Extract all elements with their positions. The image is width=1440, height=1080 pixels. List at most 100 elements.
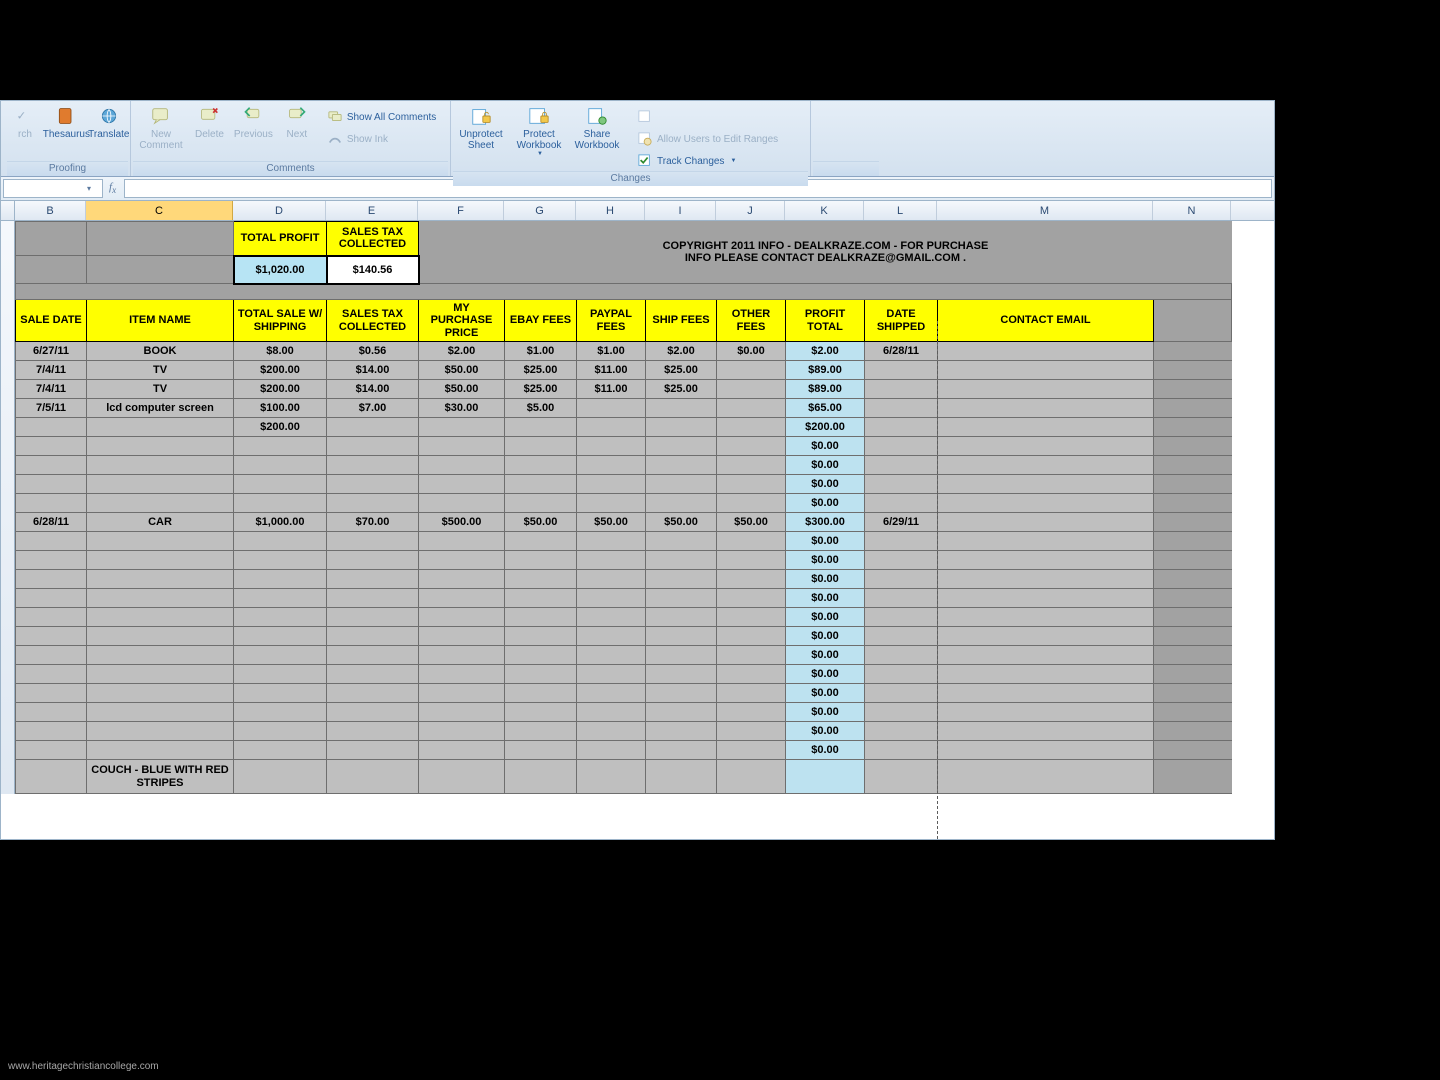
cell[interactable] bbox=[1154, 684, 1232, 703]
column-header-K[interactable]: K bbox=[785, 201, 864, 220]
cell[interactable] bbox=[87, 456, 234, 475]
cell[interactable] bbox=[577, 608, 646, 627]
cell[interactable] bbox=[234, 684, 327, 703]
cell[interactable] bbox=[419, 456, 505, 475]
cell[interactable]: $200.00 bbox=[786, 418, 865, 437]
cell[interactable]: 7/5/11 bbox=[16, 399, 87, 418]
column-header-N[interactable]: N bbox=[1153, 201, 1231, 220]
cell[interactable] bbox=[16, 475, 87, 494]
translate-button[interactable]: Translate bbox=[90, 103, 128, 140]
select-all-corner[interactable] bbox=[1, 201, 15, 220]
column-header-D[interactable]: D bbox=[233, 201, 326, 220]
cell[interactable]: $25.00 bbox=[505, 361, 577, 380]
cell[interactable] bbox=[577, 437, 646, 456]
cell[interactable] bbox=[87, 570, 234, 589]
table-row[interactable]: $0.00 bbox=[16, 703, 1232, 722]
cell[interactable]: $50.00 bbox=[577, 513, 646, 532]
cell[interactable]: $200.00 bbox=[234, 380, 327, 399]
cell[interactable] bbox=[717, 665, 786, 684]
show-ink-button[interactable]: Show Ink bbox=[323, 129, 440, 149]
cell[interactable] bbox=[1154, 513, 1232, 532]
cell[interactable]: $30.00 bbox=[419, 399, 505, 418]
cell[interactable] bbox=[577, 589, 646, 608]
cell[interactable] bbox=[717, 608, 786, 627]
protect-and-share-button[interactable]: x bbox=[633, 107, 782, 127]
cell[interactable]: 7/4/11 bbox=[16, 361, 87, 380]
cell[interactable] bbox=[327, 456, 419, 475]
cell[interactable]: 6/27/11 bbox=[16, 342, 87, 361]
table-row[interactable]: $0.00 bbox=[16, 456, 1232, 475]
cell[interactable] bbox=[87, 532, 234, 551]
cell[interactable]: CONTACT EMAIL bbox=[938, 300, 1154, 342]
cell[interactable] bbox=[505, 551, 577, 570]
cell[interactable] bbox=[865, 589, 938, 608]
cell[interactable]: $70.00 bbox=[327, 513, 419, 532]
cell[interactable] bbox=[87, 646, 234, 665]
cell[interactable] bbox=[327, 418, 419, 437]
cell[interactable] bbox=[717, 551, 786, 570]
protect-workbook-button[interactable]: Protect Workbook ▼ bbox=[511, 103, 567, 158]
cell[interactable]: SALE DATE bbox=[16, 300, 87, 342]
cell[interactable]: OTHER FEES bbox=[717, 300, 786, 342]
cell[interactable] bbox=[786, 760, 865, 794]
cell[interactable]: MY PURCHASE PRICE bbox=[419, 300, 505, 342]
delete-comment-button[interactable]: Delete bbox=[191, 103, 228, 140]
cell[interactable] bbox=[865, 399, 938, 418]
cell[interactable] bbox=[646, 532, 717, 551]
cell[interactable] bbox=[234, 456, 327, 475]
cell[interactable]: $0.00 bbox=[717, 342, 786, 361]
cell[interactable]: $50.00 bbox=[717, 513, 786, 532]
cell[interactable] bbox=[938, 437, 1154, 456]
cell[interactable] bbox=[577, 399, 646, 418]
cell[interactable] bbox=[16, 589, 87, 608]
column-header-H[interactable]: H bbox=[576, 201, 645, 220]
cell[interactable]: COPYRIGHT 2011 INFO - DEALKRAZE.COM - FO… bbox=[419, 222, 1232, 284]
cell[interactable] bbox=[646, 703, 717, 722]
cell[interactable]: $0.00 bbox=[786, 475, 865, 494]
cell[interactable]: $89.00 bbox=[786, 380, 865, 399]
cell[interactable] bbox=[646, 570, 717, 589]
chevron-down-icon[interactable]: ▾ bbox=[82, 184, 96, 193]
cell[interactable] bbox=[646, 399, 717, 418]
table-row[interactable]: 7/5/11lcd computer screen$100.00$7.00$30… bbox=[16, 399, 1232, 418]
cell[interactable] bbox=[577, 532, 646, 551]
thesaurus-button[interactable]: Thesaurus bbox=[45, 103, 88, 140]
cell[interactable] bbox=[717, 741, 786, 760]
cell[interactable]: $50.00 bbox=[505, 513, 577, 532]
cell[interactable] bbox=[505, 570, 577, 589]
cell[interactable] bbox=[419, 608, 505, 627]
cell[interactable]: $0.56 bbox=[327, 342, 419, 361]
cell[interactable] bbox=[938, 684, 1154, 703]
table-row[interactable]: $0.00 bbox=[16, 627, 1232, 646]
column-header-C[interactable]: C bbox=[86, 201, 233, 220]
cell[interactable] bbox=[865, 627, 938, 646]
cell[interactable] bbox=[717, 532, 786, 551]
share-workbook-button[interactable]: Share Workbook bbox=[569, 103, 625, 151]
cell[interactable] bbox=[505, 418, 577, 437]
column-header-I[interactable]: I bbox=[645, 201, 716, 220]
table-row[interactable]: $0.00 bbox=[16, 646, 1232, 665]
table-row[interactable]: $0.00 bbox=[16, 741, 1232, 760]
column-header-M[interactable]: M bbox=[937, 201, 1153, 220]
cell[interactable] bbox=[717, 418, 786, 437]
cell[interactable] bbox=[938, 722, 1154, 741]
cell[interactable]: $0.00 bbox=[786, 551, 865, 570]
cell[interactable]: $1,020.00 bbox=[234, 256, 327, 284]
cell[interactable] bbox=[234, 551, 327, 570]
cell[interactable] bbox=[938, 551, 1154, 570]
cell[interactable] bbox=[327, 684, 419, 703]
cell[interactable] bbox=[865, 722, 938, 741]
cell[interactable] bbox=[865, 361, 938, 380]
cell[interactable]: $65.00 bbox=[786, 399, 865, 418]
previous-comment-button[interactable]: Previous bbox=[230, 103, 277, 140]
cell[interactable] bbox=[938, 627, 1154, 646]
cell[interactable] bbox=[419, 665, 505, 684]
column-headers[interactable]: BCDEFGHIJKLMN bbox=[1, 201, 1274, 221]
cell[interactable] bbox=[938, 418, 1154, 437]
cell[interactable] bbox=[327, 646, 419, 665]
cell[interactable] bbox=[234, 475, 327, 494]
fx-icon[interactable]: fx bbox=[105, 181, 120, 195]
cell[interactable] bbox=[327, 608, 419, 627]
cell[interactable]: $0.00 bbox=[786, 494, 865, 513]
cell[interactable] bbox=[717, 646, 786, 665]
